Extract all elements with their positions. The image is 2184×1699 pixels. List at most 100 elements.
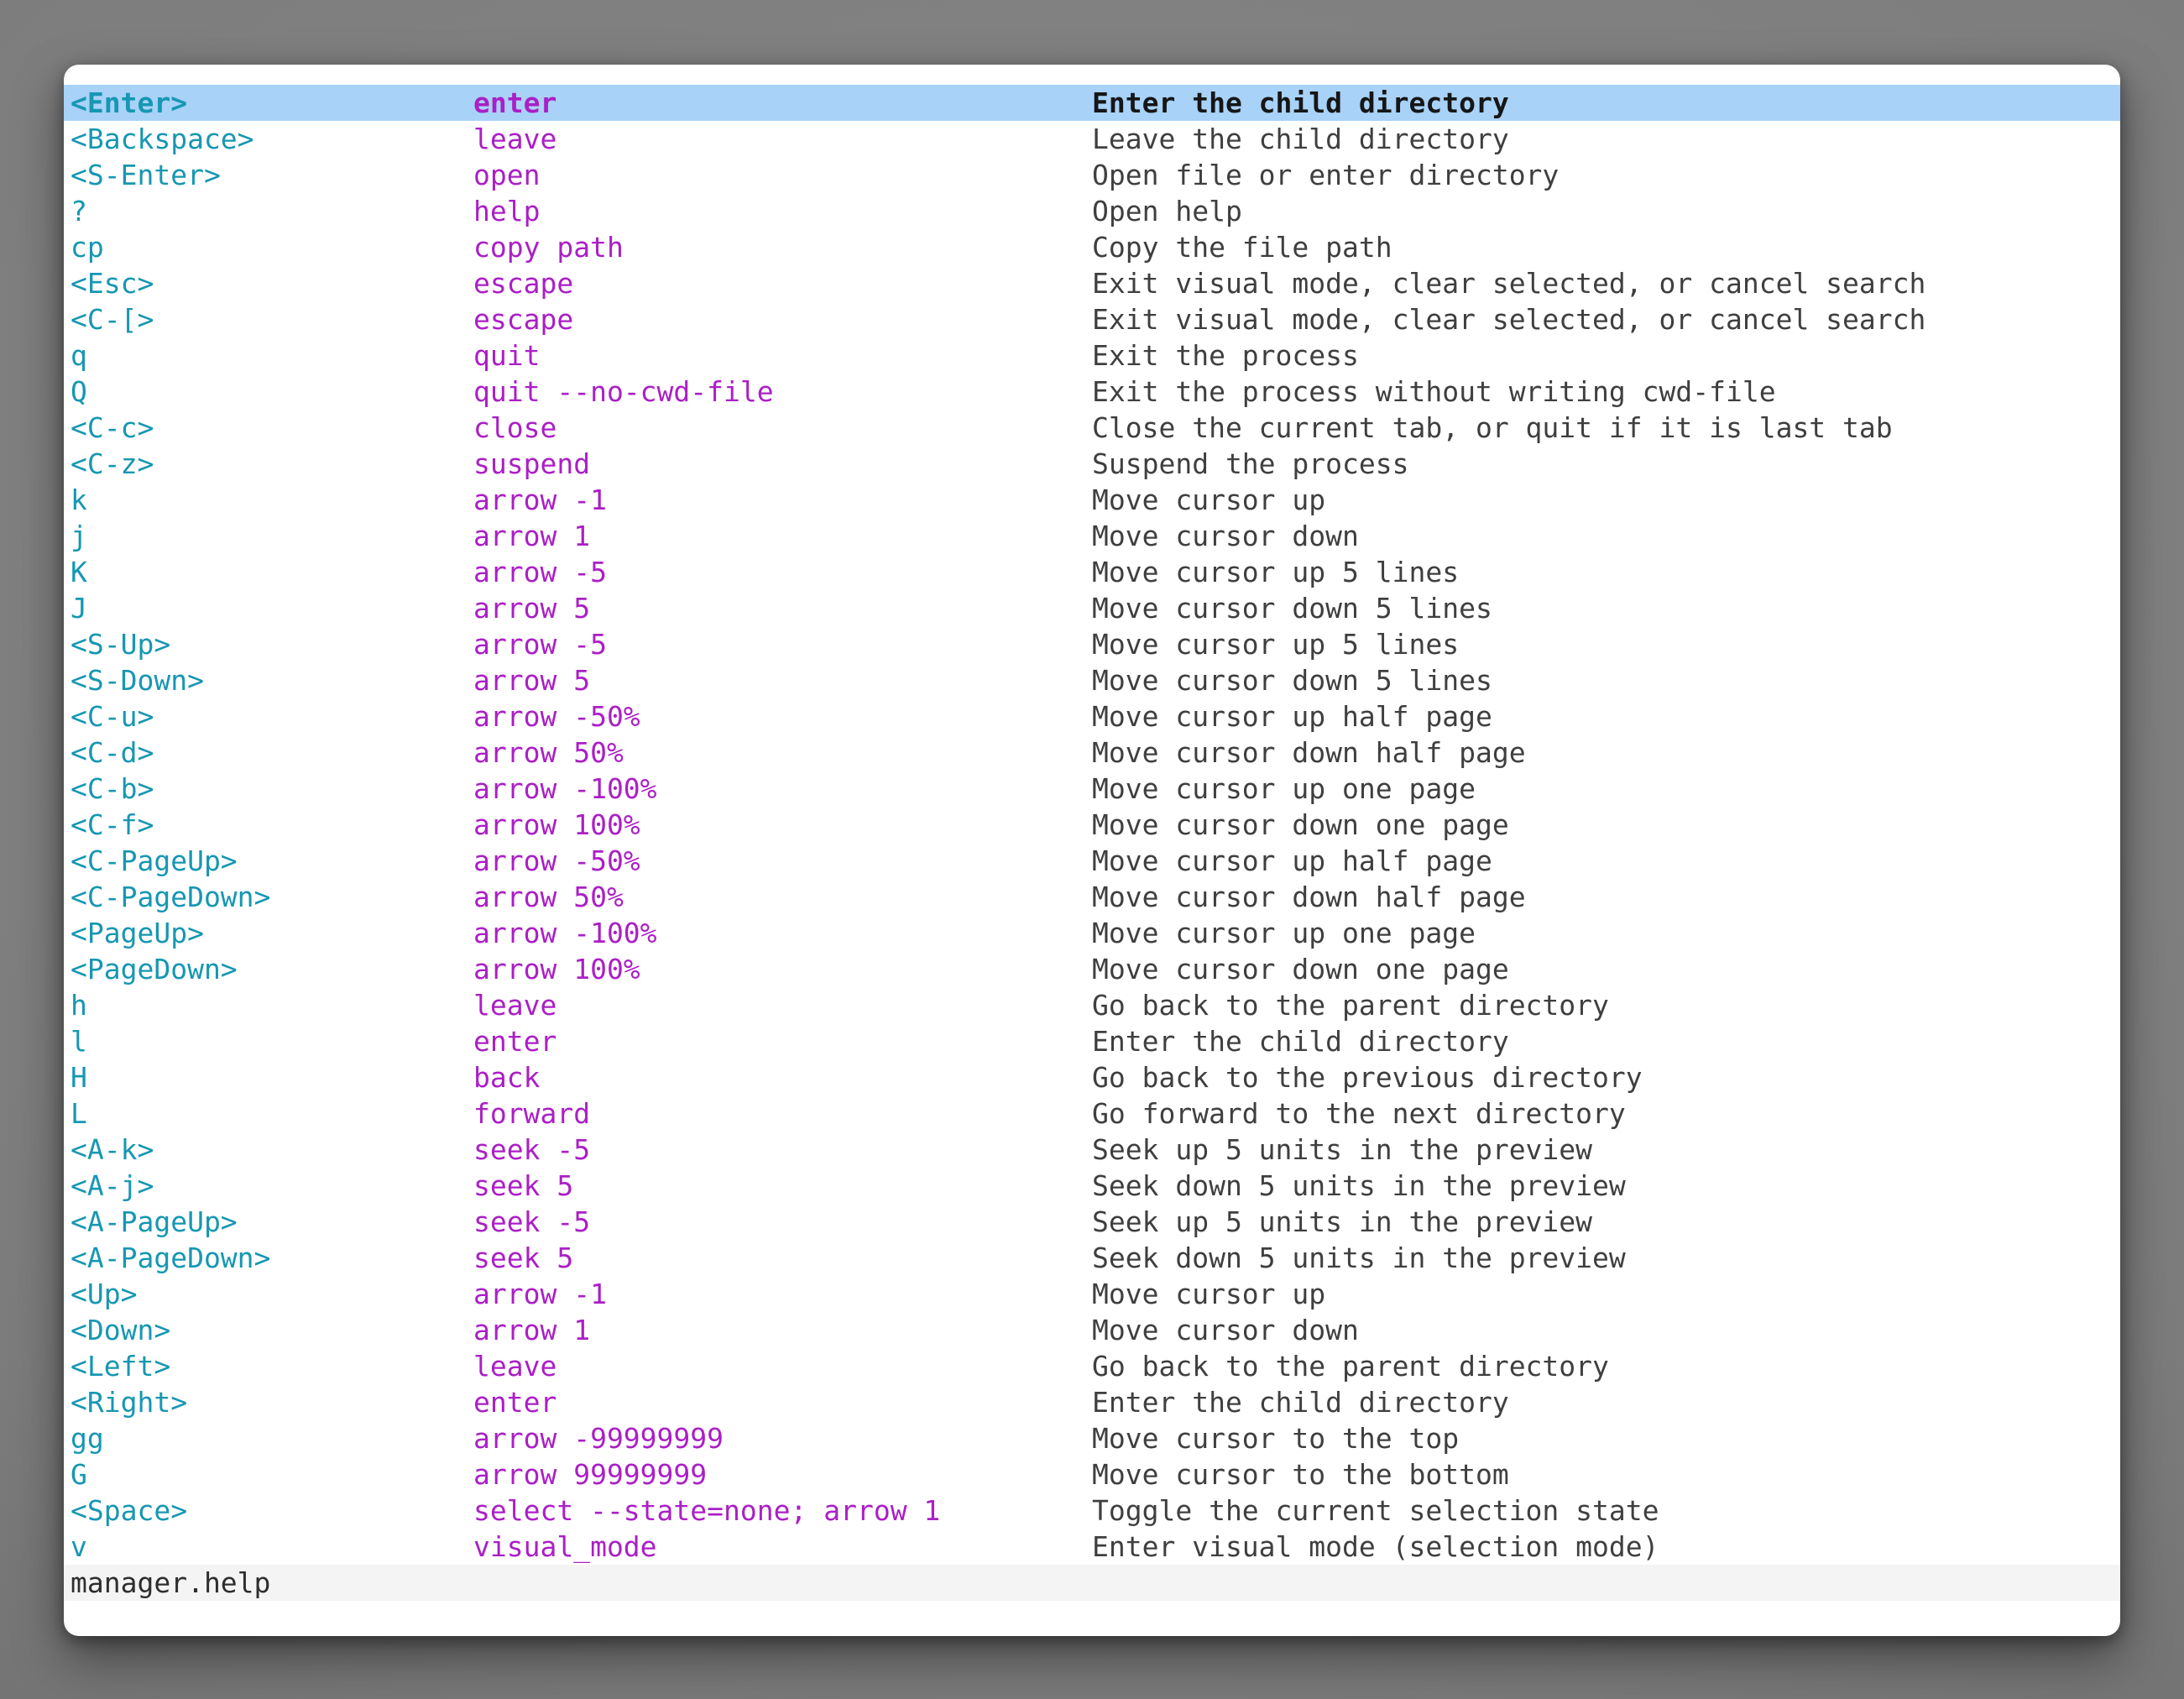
key-cell: cp [71, 229, 104, 265]
keybinding-row[interactable]: <C-z> suspend Suspend the process [64, 446, 2120, 482]
key-cell: <S-Up> [71, 626, 170, 662]
keybinding-row[interactable]: <S-Enter> open Open file or enter direct… [64, 157, 2120, 193]
keybinding-row[interactable]: v visual_mode Enter visual mode (selecti… [64, 1529, 2120, 1565]
keybinding-row[interactable]: <Up> arrow -1 Move cursor up [64, 1276, 2120, 1312]
command-cell: seek -5 [473, 1132, 590, 1168]
key-cell: <S-Down> [71, 662, 204, 698]
key-cell: k [71, 482, 87, 518]
keybinding-row[interactable]: H back Go back to the previous directory [64, 1059, 2120, 1095]
command-cell: arrow -100% [473, 915, 657, 951]
command-cell: arrow 99999999 [473, 1456, 707, 1493]
keybinding-row[interactable]: <Space> select --state=none; arrow 1 Tog… [64, 1493, 2120, 1529]
command-cell: suspend [473, 446, 590, 482]
keybinding-row[interactable]: gg arrow -99999999 Move cursor to the to… [64, 1420, 2120, 1456]
keybinding-row[interactable]: k arrow -1 Move cursor up [64, 482, 2120, 518]
keybinding-row[interactable]: l enter Enter the child directory [64, 1023, 2120, 1059]
keybinding-row[interactable]: <S-Down> arrow 5 Move cursor down 5 line… [64, 662, 2120, 698]
keybinding-row[interactable]: <C-d> arrow 50% Move cursor down half pa… [64, 734, 2120, 771]
command-cell: arrow 50% [473, 879, 624, 915]
description-cell: Open help [1092, 193, 1242, 229]
command-cell: arrow 100% [473, 951, 640, 987]
description-cell: Copy the file path [1092, 229, 1392, 265]
command-cell: copy path [473, 229, 624, 265]
description-cell: Seek down 5 units in the preview [1092, 1240, 1626, 1276]
keybinding-row[interactable]: <C-PageDown> arrow 50% Move cursor down … [64, 879, 2120, 915]
keybinding-row[interactable]: L forward Go forward to the next directo… [64, 1095, 2120, 1132]
keybinding-row[interactable]: <C-u> arrow -50% Move cursor up half pag… [64, 698, 2120, 734]
keybinding-row[interactable]: <Right> enter Enter the child directory [64, 1384, 2120, 1420]
command-cell: arrow -1 [473, 1276, 607, 1312]
keybinding-row[interactable]: <A-PageUp> seek -5 Seek up 5 units in th… [64, 1204, 2120, 1240]
keybinding-row[interactable]: <PageDown> arrow 100% Move cursor down o… [64, 951, 2120, 987]
key-cell: l [71, 1023, 87, 1059]
command-cell: back [473, 1059, 540, 1095]
command-cell: enter [473, 85, 556, 121]
key-cell: <A-PageUp> [71, 1204, 238, 1240]
keybinding-row[interactable]: J arrow 5 Move cursor down 5 lines [64, 590, 2120, 626]
description-cell: Move cursor up [1092, 482, 1325, 518]
command-cell: arrow -50% [473, 843, 640, 879]
key-cell: H [71, 1059, 87, 1095]
key-cell: <PageUp> [71, 915, 204, 951]
description-cell: Move cursor down one page [1092, 951, 1509, 987]
description-cell: Go forward to the next directory [1092, 1095, 1626, 1132]
key-cell: <C-b> [71, 771, 154, 807]
description-cell: Move cursor down 5 lines [1092, 662, 1492, 698]
keybinding-row[interactable]: <Esc> escape Exit visual mode, clear sel… [64, 265, 2120, 301]
command-cell: arrow 100% [473, 807, 640, 843]
keybinding-row[interactable]: <A-PageDown> seek 5 Seek down 5 units in… [64, 1240, 2120, 1276]
key-cell: gg [71, 1420, 104, 1456]
keybinding-row[interactable]: <C-b> arrow -100% Move cursor up one pag… [64, 771, 2120, 807]
keybinding-row[interactable]: ? help Open help [64, 193, 2120, 229]
keybinding-row[interactable]: <A-j> seek 5 Seek down 5 units in the pr… [64, 1168, 2120, 1204]
keybinding-row[interactable]: <C-PageUp> arrow -50% Move cursor up hal… [64, 843, 2120, 879]
description-cell: Exit visual mode, clear selected, or can… [1092, 301, 1925, 337]
keybinding-row[interactable]: <C-f> arrow 100% Move cursor down one pa… [64, 807, 2120, 843]
key-cell: <C-d> [71, 734, 154, 771]
keybinding-row[interactable]: <S-Up> arrow -5 Move cursor up 5 lines [64, 626, 2120, 662]
command-cell: quit --no-cwd-file [473, 374, 774, 410]
key-cell: <S-Enter> [71, 157, 221, 193]
description-cell: Move cursor to the top [1092, 1420, 1459, 1456]
keybinding-row[interactable]: h leave Go back to the parent directory [64, 987, 2120, 1023]
description-cell: Close the current tab, or quit if it is … [1092, 410, 1893, 446]
command-cell: select --state=none; arrow 1 [473, 1493, 940, 1529]
key-cell: <Up> [71, 1276, 137, 1312]
keybinding-row[interactable]: <Enter> enter Enter the child directory [64, 85, 2120, 121]
keybinding-row[interactable]: <A-k> seek -5 Seek up 5 units in the pre… [64, 1132, 2120, 1168]
key-cell: <C-PageUp> [71, 843, 238, 879]
description-cell: Leave the child directory [1092, 121, 1509, 157]
command-cell: visual_mode [473, 1529, 657, 1565]
description-cell: Move cursor to the bottom [1092, 1456, 1509, 1493]
key-cell: K [71, 554, 87, 590]
keybinding-row[interactable]: <Left> leave Go back to the parent direc… [64, 1348, 2120, 1384]
status-layer-label: manager.help [71, 1565, 270, 1601]
key-cell: ? [71, 193, 87, 229]
keybinding-row[interactable]: Q quit --no-cwd-file Exit the process wi… [64, 374, 2120, 410]
description-cell: Move cursor up 5 lines [1092, 554, 1459, 590]
description-cell: Move cursor down 5 lines [1092, 590, 1492, 626]
keybinding-row[interactable]: <C-[> escape Exit visual mode, clear sel… [64, 301, 2120, 337]
key-cell: <A-PageDown> [71, 1240, 270, 1276]
key-cell: <C-PageDown> [71, 879, 270, 915]
keybinding-row[interactable]: <Backspace> leave Leave the child direct… [64, 121, 2120, 157]
command-cell: arrow -5 [473, 626, 607, 662]
key-cell: <Left> [71, 1348, 170, 1384]
description-cell: Move cursor up half page [1092, 843, 1492, 879]
key-cell: <C-c> [71, 410, 154, 446]
key-cell: <A-k> [71, 1132, 154, 1168]
help-window: <Enter> enter Enter the child directory … [64, 65, 2120, 1636]
description-cell: Move cursor up half page [1092, 698, 1492, 734]
keybinding-row[interactable]: K arrow -5 Move cursor up 5 lines [64, 554, 2120, 590]
keybinding-row[interactable]: <Down> arrow 1 Move cursor down [64, 1312, 2120, 1348]
command-cell: arrow 5 [473, 662, 590, 698]
keybinding-row[interactable]: <C-c> close Close the current tab, or qu… [64, 410, 2120, 446]
keybinding-row[interactable]: G arrow 99999999 Move cursor to the bott… [64, 1456, 2120, 1493]
keybinding-row[interactable]: cp copy path Copy the file path [64, 229, 2120, 265]
keybinding-row[interactable]: <PageUp> arrow -100% Move cursor up one … [64, 915, 2120, 951]
description-cell: Move cursor down [1092, 518, 1359, 554]
description-cell: Enter the child directory [1092, 1023, 1509, 1059]
keybinding-row[interactable]: q quit Exit the process [64, 337, 2120, 374]
keybinding-row[interactable]: j arrow 1 Move cursor down [64, 518, 2120, 554]
command-cell: enter [473, 1384, 556, 1420]
